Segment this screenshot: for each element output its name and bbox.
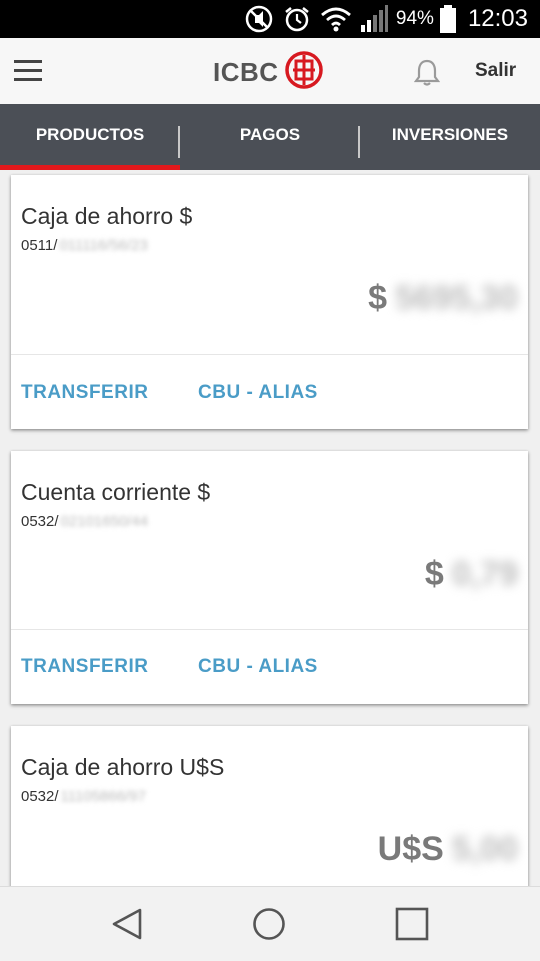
recent-apps-icon[interactable] — [395, 907, 429, 946]
account-title: Cuenta corriente $ — [21, 479, 211, 505]
status-bar: 94% 12:03 — [0, 0, 540, 38]
account-card[interactable]: Cuenta corriente $ 0532/02101650/44 $0,7… — [11, 451, 528, 704]
status-time: 12:03 — [467, 5, 528, 32]
battery-icon — [439, 5, 456, 33]
card-divider — [11, 629, 528, 630]
icbc-emblem-icon — [284, 50, 323, 94]
account-card[interactable]: Caja de ahorro U$S 0532/11105866/97 U$S 5… — [11, 726, 528, 886]
home-icon[interactable] — [252, 907, 286, 946]
wifi-icon — [320, 5, 352, 33]
account-number-masked: 011116/56/23 — [59, 237, 148, 254]
balance-masked: 0,79 — [451, 555, 518, 593]
tab-pagos[interactable]: PAGOS — [180, 104, 360, 170]
card-divider — [11, 354, 528, 355]
tab-label: PRODUCTOS — [35, 125, 145, 144]
battery-percent: 94% — [395, 8, 434, 29]
account-title: Caja de ahorro U$S — [21, 754, 225, 780]
cbu-alias-button[interactable]: CBU - ALIAS — [198, 382, 318, 404]
balance-masked: 5695,30 — [395, 279, 518, 317]
currency-symbol: $ — [424, 555, 444, 593]
menu-icon[interactable] — [14, 60, 42, 82]
notifications-bell-icon[interactable] — [413, 58, 441, 91]
logo-text: ICBC — [213, 56, 279, 87]
alarm-icon — [282, 4, 312, 34]
account-number-prefix: 0532/ — [21, 513, 59, 530]
tab-productos[interactable]: PRODUCTOS — [0, 104, 180, 170]
cbu-alias-button[interactable]: CBU - ALIAS — [198, 656, 318, 678]
app-bar: ICBC Salir — [0, 38, 540, 105]
account-title: Caja de ahorro $ — [21, 203, 193, 229]
tab-bar: PRODUCTOS PAGOS INVERSIONES — [0, 104, 540, 170]
currency-symbol: $ — [368, 279, 388, 317]
tab-label: PAGOS — [239, 125, 301, 144]
transfer-button[interactable]: TRANSFERIR — [21, 656, 148, 678]
transfer-button[interactable]: TRANSFERIR — [21, 382, 148, 404]
account-number-prefix: 0532/ — [21, 788, 59, 805]
balance-masked: 5,00 — [451, 830, 518, 868]
account-number-prefix: 0511/ — [21, 237, 58, 254]
account-card[interactable]: Caja de ahorro $ 0511/011116/56/23 $5695… — [11, 175, 528, 429]
account-number: 0532/02101650/44 — [21, 513, 148, 530]
account-number-masked: 02101650/44 — [60, 513, 149, 530]
system-navigation-bar — [0, 886, 540, 961]
tab-inversiones[interactable]: INVERSIONES — [360, 104, 540, 170]
account-number-masked: 11105866/97 — [60, 788, 146, 805]
back-icon[interactable] — [110, 907, 144, 946]
currency-symbol: U$S — [377, 830, 444, 868]
icbc-logo: ICBC — [213, 50, 323, 94]
tab-label: INVERSIONES — [391, 125, 509, 144]
signal-icon — [360, 5, 388, 33]
account-number: 0511/011116/56/23 — [21, 237, 148, 254]
logout-button[interactable]: Salir — [475, 60, 516, 82]
account-balance: U$S 5,00 — [378, 830, 518, 869]
account-number: 0532/11105866/97 — [21, 788, 146, 805]
account-balance: $5695,30 — [368, 279, 518, 318]
account-balance: $0,79 — [425, 555, 518, 594]
mute-icon — [244, 4, 274, 34]
accounts-list[interactable]: Caja de ahorro $ 0511/011116/56/23 $5695… — [0, 170, 540, 886]
